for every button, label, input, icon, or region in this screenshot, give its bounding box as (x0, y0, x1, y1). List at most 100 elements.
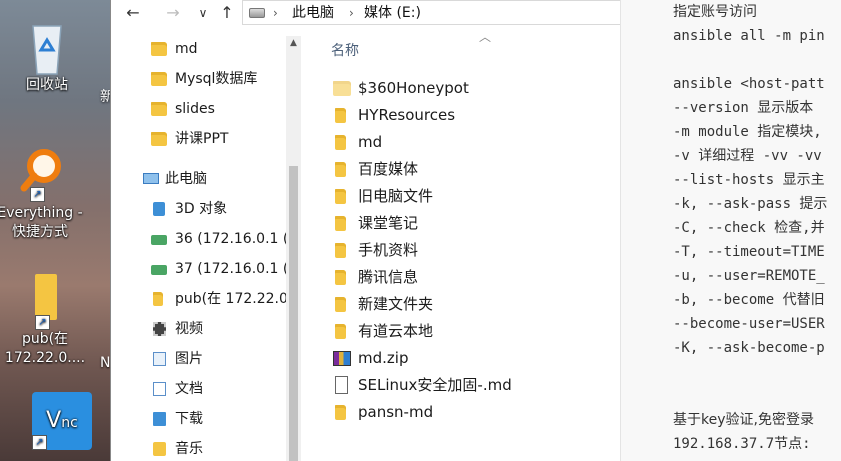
editor-line: --list-hosts 显示主 (673, 172, 825, 188)
folder-icon (335, 324, 346, 339)
column-header-name[interactable]: 名称 (331, 40, 359, 60)
desktop: 回收站 新 ↗ Everything - 快捷方式 ↗ pub(在 172.22… (0, 0, 110, 461)
nav-item-pub[interactable]: pub(在 172.22.0. (111, 284, 289, 314)
desktop-icon-label: Everything - 快捷方式 (0, 205, 83, 240)
video-icon (153, 322, 166, 336)
file-row[interactable]: 课堂笔记 (331, 210, 611, 237)
document-icon (335, 376, 348, 394)
chevron-right-icon: › (273, 6, 278, 20)
markdown-editor-pane[interactable]: 指定账号访问 ansible all -m pin ansible <host-… (620, 0, 841, 461)
breadcrumb-media-drive[interactable]: 媒体 (E:) (364, 4, 421, 22)
network-drive-icon (151, 235, 167, 245)
nav-pane-scrollbar[interactable]: ▲ (286, 36, 301, 461)
folder-icon (333, 81, 351, 96)
editor-line: ansible <host-patt (673, 76, 825, 92)
folder-icon (153, 292, 163, 306)
back-button[interactable]: ← (121, 2, 145, 24)
up-button[interactable]: ↑ (215, 2, 239, 24)
documents-icon (153, 382, 166, 396)
nav-item-downloads[interactable]: 下载 (111, 404, 289, 434)
navigation-pane: md Mysql数据库 slides 讲课PPT 此电脑 3D 对象 36 (1… (111, 26, 301, 461)
file-list-pane: ︿ 名称 $360Honeypot HYResources md 百度媒体 旧电… (301, 26, 621, 461)
nav-item-music[interactable]: 音乐 (111, 434, 289, 461)
network-drive-icon (151, 265, 167, 275)
vnc-icon: Vnc ↗ (18, 392, 92, 450)
this-pc-icon (143, 173, 159, 184)
nav-item-documents[interactable]: 文档 (111, 374, 289, 404)
editor-line: ansible all -m pin (673, 28, 825, 44)
scrollbar-thumb[interactable] (289, 166, 298, 461)
editor-line: -u, --user=REMOTE_ (673, 268, 825, 284)
file-row[interactable]: 手机资料 (331, 237, 611, 264)
music-icon (153, 442, 166, 456)
drive-icon (249, 8, 265, 18)
explorer-toolbar: ← → ∨ ↑ › 此电脑 › 媒体 (E:) (111, 0, 621, 26)
folder-icon (151, 42, 167, 56)
nav-item-videos[interactable]: 视频 (111, 314, 289, 344)
zip-archive-icon (333, 351, 351, 366)
nav-item-this-pc[interactable]: 此电脑 (111, 164, 289, 194)
chevron-right-icon: › (349, 6, 354, 20)
nav-item-pictures[interactable]: 图片 (111, 344, 289, 374)
file-row[interactable]: $360Honeypot (331, 75, 611, 102)
forward-button[interactable]: → (161, 2, 185, 24)
address-bar[interactable]: › 此电脑 › 媒体 (E:) (242, 0, 621, 25)
shortcut-arrow-icon: ↗ (35, 315, 50, 330)
desktop-icon-everything[interactable]: ↗ Everything - 快捷方式 (0, 148, 85, 242)
desktop-icon-label: pub(在 172.22.0.... (4, 331, 86, 366)
folder-shortcut-icon: ↗ (21, 274, 69, 330)
nav-item-mysql[interactable]: Mysql数据库 (111, 64, 289, 94)
file-row[interactable]: HYResources (331, 102, 611, 129)
clipped-desktop-label: N (100, 355, 110, 371)
sort-ascending-icon: ︿ (479, 30, 492, 44)
editor-line: 192.168.37.7节点: (673, 436, 811, 452)
clipped-desktop-label: 新 (100, 89, 110, 105)
file-row[interactable]: 百度媒体 (331, 156, 611, 183)
editor-line: --become-user=USER (673, 316, 825, 332)
desktop-icon-label: 回收站 (26, 77, 68, 93)
folder-icon (335, 108, 346, 123)
breadcrumb-this-pc[interactable]: 此电脑 (292, 4, 334, 22)
folder-icon (335, 405, 346, 420)
desktop-icon-recycle-bin[interactable]: 回收站 (2, 16, 92, 95)
file-row[interactable]: 有道云本地 (331, 318, 611, 345)
scroll-up-icon[interactable]: ▲ (286, 36, 301, 51)
editor-line: -v 详细过程 -vv -vv (673, 148, 822, 164)
folder-icon (335, 297, 346, 312)
folder-icon (335, 162, 346, 177)
nav-item-md[interactable]: md (111, 34, 289, 64)
recent-locations-button[interactable]: ∨ (195, 2, 211, 24)
nav-item-ppt[interactable]: 讲课PPT (111, 124, 289, 154)
editor-line: -k, --ask-pass 提示 (673, 196, 828, 212)
pictures-icon (153, 352, 166, 366)
editor-line: --version 显示版本 (673, 100, 814, 116)
editor-line: -T, --timeout=TIME (673, 244, 825, 260)
shortcut-arrow-icon: ↗ (32, 435, 47, 450)
nav-item-drive-36[interactable]: 36 (172.16.0.1 ( (111, 224, 289, 254)
desktop-icon-pub[interactable]: ↗ pub(在 172.22.0.... (0, 274, 90, 368)
folder-icon (335, 189, 346, 204)
shortcut-arrow-icon: ↗ (30, 187, 45, 202)
editor-line: -K, --ask-become-p (673, 340, 825, 356)
folder-icon (151, 102, 167, 116)
editor-line: -m module 指定模块, (673, 124, 822, 140)
folder-icon (335, 135, 346, 150)
everything-magnifier-icon: ↗ (16, 148, 64, 202)
file-row[interactable]: 旧电脑文件 (331, 183, 611, 210)
nav-item-slides[interactable]: slides (111, 94, 289, 124)
file-row[interactable]: 新建文件夹 (331, 291, 611, 318)
3d-objects-icon (153, 202, 165, 216)
file-row[interactable]: 腾讯信息 (331, 264, 611, 291)
file-row[interactable]: md.zip (331, 345, 611, 372)
nav-item-drive-37[interactable]: 37 (172.16.0.1 ( (111, 254, 289, 284)
downloads-icon (153, 412, 166, 426)
editor-line: -C, --check 检查,并 (673, 220, 825, 236)
file-row[interactable]: md (331, 129, 611, 156)
file-explorer-window: ← → ∨ ↑ › 此电脑 › 媒体 (E:) md Mysql数据库 slid… (110, 0, 621, 461)
file-row[interactable]: pansn-md (331, 399, 611, 426)
desktop-icon-vnc[interactable]: Vnc ↗ (2, 392, 92, 452)
file-row[interactable]: SELinux安全加固-.md (331, 372, 611, 399)
folder-icon (335, 216, 346, 231)
nav-item-3d-objects[interactable]: 3D 对象 (111, 194, 289, 224)
folder-icon (335, 270, 346, 285)
